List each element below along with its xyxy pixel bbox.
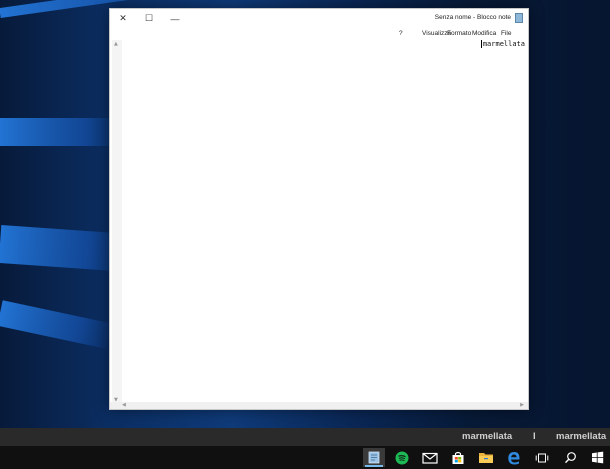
menu-format[interactable]: Formato [447,30,471,37]
menu-bar: ? Visualizza Formato Modifica File [110,28,528,40]
notepad-window: ✕ ☐ — Senza nome - Blocco note ? Visuali… [109,8,529,410]
notepad-app-icon [515,13,523,23]
start-icon [591,451,603,464]
editor-content[interactable]: marmellata [480,40,525,48]
menu-help[interactable]: ? [399,30,403,37]
minimize-icon: — [170,13,180,24]
mirrored-text-1: marmellata [462,431,513,442]
store-icon [452,451,464,464]
window-title: Senza nome - Blocco note [434,14,511,21]
horizontal-scrollbar[interactable]: ◀ ▶ [110,402,528,409]
mirrored-text-2: I [533,431,536,442]
text-editor-area[interactable]: ▲ ▼ marmellata [110,40,528,404]
editor-text: marmellata [482,40,525,48]
close-button[interactable]: ✕ [110,9,136,28]
menu-edit[interactable]: Modifica [472,30,496,37]
notepad-taskbar-button[interactable] [363,448,385,467]
taskbar [0,446,610,469]
text-caret [480,40,482,48]
scroll-left-icon[interactable]: ◀ [122,402,126,408]
minimize-button[interactable]: — [162,9,188,28]
title-bar[interactable]: ✕ ☐ — Senza nome - Blocco note [110,9,528,28]
maximize-button[interactable]: ☐ [136,9,162,28]
edge-taskbar-button[interactable] [503,448,525,467]
scroll-up-icon[interactable]: ▲ [114,41,118,47]
scroll-right-icon[interactable]: ▶ [520,402,524,408]
menu-file[interactable]: File [501,30,511,37]
task-view-button[interactable] [531,448,553,467]
maximize-icon: ☐ [144,13,154,23]
start-button[interactable] [586,448,608,467]
close-icon: ✕ [119,13,127,23]
vertical-scrollbar[interactable]: ▲ ▼ [112,40,122,404]
file-explorer-icon [479,453,493,463]
mail-icon [422,452,438,464]
search-icon [564,452,576,464]
store-taskbar-button[interactable] [447,448,469,467]
task-view-icon [535,453,549,462]
spotify-icon [395,451,409,464]
mirrored-text-strip: marmellata I marmellata [0,428,610,446]
mirrored-text-3: marmellata [556,431,607,442]
notepad-icon [368,451,380,464]
edge-icon [508,451,520,464]
mail-taskbar-button[interactable] [419,448,441,467]
spotify-taskbar-button[interactable] [391,448,413,467]
file-explorer-taskbar-button[interactable] [475,448,497,467]
search-button[interactable] [559,448,581,467]
